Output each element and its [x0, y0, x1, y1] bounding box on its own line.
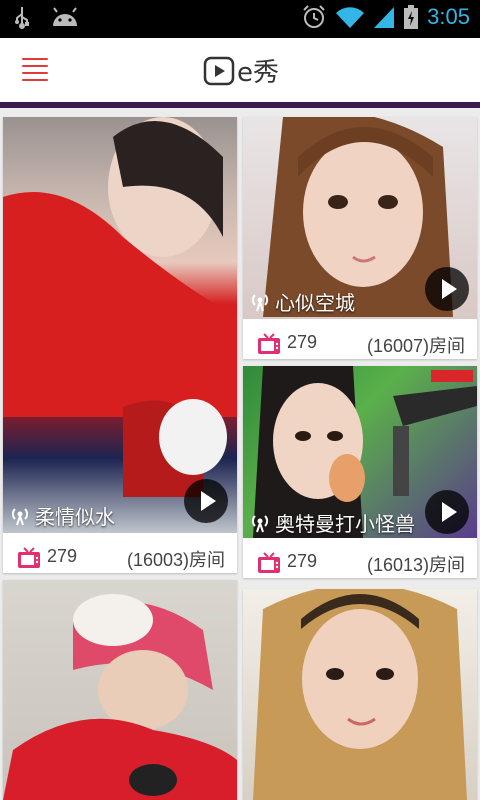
live-antenna-icon — [251, 514, 269, 532]
live-antenna-icon — [11, 507, 29, 525]
room-name-row: 奥特曼打小怪兽 — [249, 508, 415, 537]
room-name: 心似空城 — [275, 291, 355, 315]
play-button[interactable] — [425, 267, 469, 311]
status-bar: 3:05 — [0, 0, 480, 38]
battery-icon — [404, 5, 419, 29]
room-number: (16013)房间 — [366, 555, 465, 575]
room-photo: 心似空城 — [243, 117, 477, 319]
usb-icon — [15, 7, 29, 29]
room-name: 奥特曼打小怪兽 — [275, 512, 415, 536]
room-meta: 279 (16007)房间 — [243, 319, 477, 369]
room-name-row: 心似空城 — [249, 287, 355, 316]
room-card[interactable]: 柔情似水 279 (16003)房间 — [3, 117, 237, 573]
room-grid: 柔情似水 279 (16003)房间 心似空城 279 (16007)房间 奥特… — [0, 108, 480, 800]
room-photo: 柔情似水 — [3, 117, 237, 533]
play-button[interactable] — [425, 490, 469, 534]
room-card[interactable]: 心似空城 279 (16007)房间 — [243, 117, 477, 359]
room-card[interactable] — [243, 589, 477, 800]
room-card[interactable]: 奥特曼打小怪兽 279 (16013)房间 — [243, 366, 477, 578]
status-time: 3:05 — [427, 4, 470, 29]
live-antenna-icon — [251, 293, 269, 311]
room-meta: 279 (16013)房间 — [243, 538, 477, 588]
viewer-count: 279 — [287, 551, 318, 571]
room-number: (16007)房间 — [366, 336, 465, 356]
android-icon — [53, 7, 77, 26]
room-name-row: 柔情似水 — [9, 501, 115, 530]
signal-icon — [374, 7, 395, 28]
app-logo: e秀 — [203, 52, 279, 89]
app-header: e秀 — [0, 38, 480, 102]
play-logo-icon — [203, 56, 235, 85]
room-photo: 奥特曼打小怪兽 — [243, 366, 477, 538]
viewer-count: 279 — [47, 546, 78, 566]
app-title: e秀 — [237, 58, 279, 88]
tv-icon — [258, 333, 280, 354]
tv-icon — [258, 552, 280, 573]
wifi-icon — [336, 7, 365, 28]
room-card[interactable] — [3, 580, 237, 800]
tv-icon — [18, 547, 40, 568]
room-photo — [3, 580, 237, 800]
room-meta: 279 (16003)房间 — [3, 533, 237, 583]
room-number: (16003)房间 — [126, 550, 225, 570]
room-photo — [243, 589, 477, 800]
alarm-icon — [303, 5, 325, 28]
play-button[interactable] — [184, 479, 228, 523]
room-name: 柔情似水 — [35, 505, 115, 529]
viewer-count: 279 — [287, 332, 318, 352]
hamburger-menu-icon[interactable] — [22, 58, 50, 82]
